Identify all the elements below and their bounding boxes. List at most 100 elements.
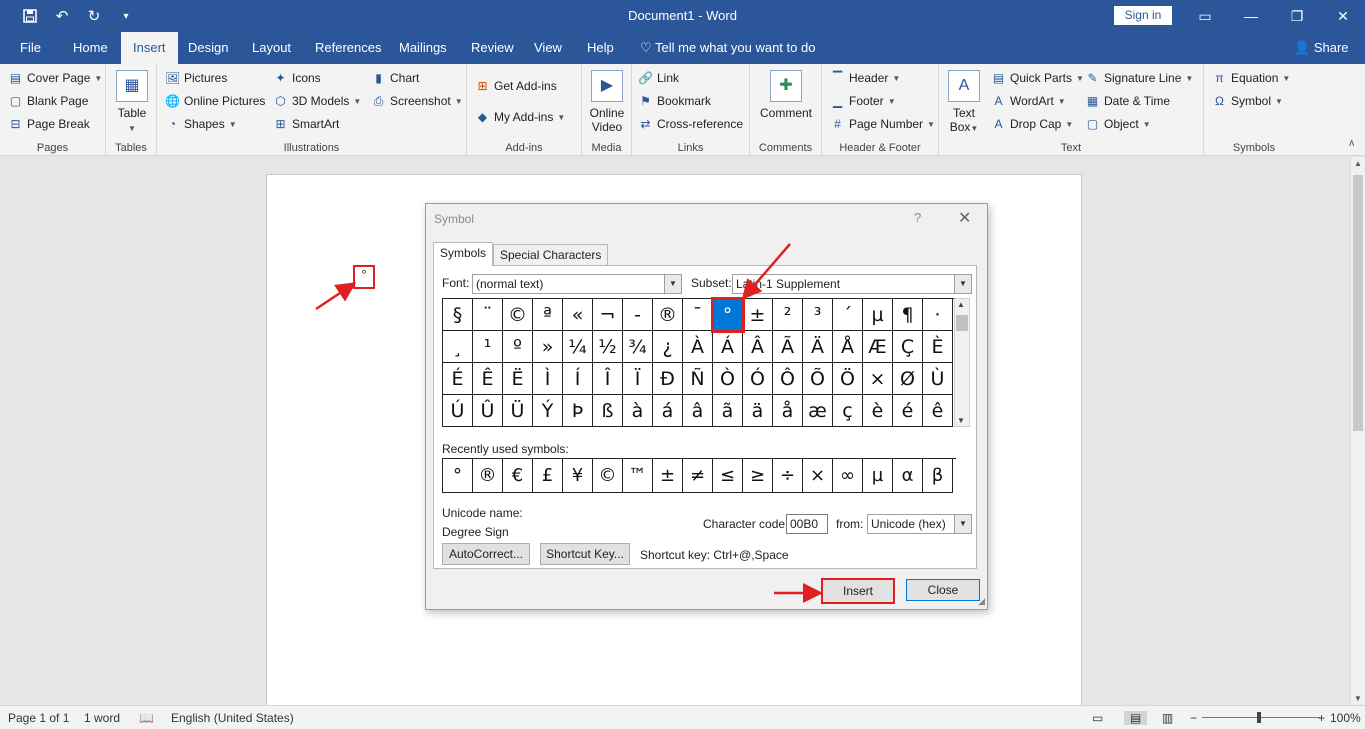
symbol-cell[interactable]: ã (713, 395, 743, 427)
cross-reference-button[interactable]: ⇄ Cross-reference (638, 114, 743, 134)
symbol-cell[interactable]: ¼ (563, 331, 593, 363)
symbol-cell[interactable]: ¹ (473, 331, 503, 363)
recent-symbol-cell[interactable]: × (803, 459, 833, 493)
recent-symbol-cell[interactable]: € (503, 459, 533, 493)
symbol-cell[interactable]: â (683, 395, 713, 427)
symbol-cell[interactable]: ¿ (653, 331, 683, 363)
scroll-up-icon[interactable]: ▲ (957, 300, 965, 309)
tab-home[interactable]: Home (61, 32, 120, 64)
blank-page-button[interactable]: ▢ Blank Page (8, 91, 89, 111)
undo-icon[interactable]: ↶ (48, 5, 76, 27)
tab-special-characters[interactable]: Special Characters (493, 244, 609, 266)
symbol-cell[interactable]: Á (713, 331, 743, 363)
symbol-cell[interactable]: Â (743, 331, 773, 363)
collapse-ribbon-icon[interactable]: ∧ (1348, 138, 1355, 149)
symbol-cell[interactable]: Î (593, 363, 623, 395)
symbol-cell[interactable]: Ì (533, 363, 563, 395)
symbol-cell[interactable]: ® (653, 299, 683, 331)
symbol-cell[interactable]: à (623, 395, 653, 427)
tab-file[interactable]: File (8, 32, 53, 64)
symbol-grid-scrollbar[interactable]: ▲ ▼ (954, 298, 970, 427)
recent-symbol-cell[interactable]: ∞ (833, 459, 863, 493)
symbol-cell[interactable]: ¶ (893, 299, 923, 331)
minimize-icon[interactable]: — (1228, 4, 1274, 28)
symbol-cell[interactable]: ç (833, 395, 863, 427)
tab-insert[interactable]: Insert (121, 32, 178, 64)
symbol-cell[interactable]: Ð (653, 363, 683, 395)
symbol-cell[interactable]: Ü (503, 395, 533, 427)
scroll-up-icon[interactable]: ▲ (1354, 159, 1362, 168)
symbol-cell[interactable]: È (923, 331, 953, 363)
symbol-cell[interactable]: É (443, 363, 473, 395)
autocorrect-button[interactable]: AutoCorrect... (442, 543, 530, 565)
character-code-input[interactable]: 00B0 (786, 514, 828, 534)
word-count[interactable]: 1 word (84, 711, 120, 725)
symbol-cell[interactable]: Ù (923, 363, 953, 395)
symbol-cell[interactable]: - (623, 299, 653, 331)
pictures-button[interactable]: 🖼 Pictures (165, 68, 227, 88)
close-window-icon[interactable]: ✕ (1320, 4, 1365, 28)
symbol-cell[interactable]: Û (473, 395, 503, 427)
recent-symbol-cell[interactable]: © (593, 459, 623, 493)
symbol-cell[interactable]: º (503, 331, 533, 363)
vertical-scrollbar[interactable]: ▲ ▼ (1350, 157, 1365, 705)
customize-qat-icon[interactable]: ▾ (112, 5, 140, 27)
symbol-cell[interactable]: Þ (563, 395, 593, 427)
recent-symbol-cell[interactable]: ≤ (713, 459, 743, 493)
symbol-cell[interactable]: Ç (893, 331, 923, 363)
symbol-cell[interactable]: Í (563, 363, 593, 395)
scrollbar-thumb[interactable] (956, 315, 968, 331)
tab-help[interactable]: Help (575, 32, 626, 64)
my-addins-button[interactable]: ◆ My Add-ins ▼ (475, 107, 565, 127)
recent-symbol-cell[interactable]: ¥ (563, 459, 593, 493)
symbol-cell[interactable]: ¯ (683, 299, 713, 331)
proofing-icon[interactable]: 📖 (139, 711, 154, 725)
recent-symbol-cell[interactable]: ° (443, 459, 473, 493)
tell-me-search[interactable]: ♡ Tell me what you want to do (640, 32, 815, 64)
symbol-cell[interactable]: µ (863, 299, 893, 331)
zoom-out-icon[interactable]: − (1190, 711, 1197, 725)
symbol-cell[interactable]: Å (833, 331, 863, 363)
tab-design[interactable]: Design (176, 32, 240, 64)
symbol-cell[interactable]: ¾ (623, 331, 653, 363)
recent-symbol-cell[interactable]: µ (863, 459, 893, 493)
symbol-cell[interactable]: × (863, 363, 893, 395)
recent-symbol-cell[interactable]: ™ (623, 459, 653, 493)
symbol-cell[interactable]: Ê (473, 363, 503, 395)
zoom-in-icon[interactable]: + (1318, 711, 1325, 725)
recent-symbol-cell[interactable]: ≠ (683, 459, 713, 493)
symbol-cell[interactable]: » (533, 331, 563, 363)
online-pictures-button[interactable]: 🌐 Online Pictures (165, 91, 265, 111)
symbol-cell[interactable]: ° (711, 297, 745, 333)
scrollbar-thumb[interactable] (1353, 175, 1363, 431)
shapes-button[interactable]: ◔ Shapes ▼ (165, 114, 237, 134)
quick-parts-button[interactable]: ▤ Quick Parts ▼ (991, 68, 1084, 88)
link-button[interactable]: 🔗 Link (638, 68, 679, 88)
shortcut-key-button[interactable]: Shortcut Key... (540, 543, 630, 565)
symbol-cell[interactable]: ¸ (443, 331, 473, 363)
font-select[interactable]: (normal text) ▼ (472, 274, 682, 294)
symbol-cell[interactable]: ½ (593, 331, 623, 363)
table-button[interactable]: ▦ Table ▼ (115, 70, 149, 136)
wordart-button[interactable]: A WordArt ▼ (991, 91, 1065, 111)
symbol-cell[interactable]: Æ (863, 331, 893, 363)
date-time-button[interactable]: ▦ Date & Time (1085, 91, 1170, 111)
footer-button[interactable]: ▁ Footer ▼ (830, 91, 896, 111)
symbol-cell[interactable]: Ú (443, 395, 473, 427)
tab-layout[interactable]: Layout (240, 32, 303, 64)
insert-button[interactable]: Insert (821, 578, 895, 604)
get-addins-button[interactable]: ⊞ Get Add-ins (475, 76, 556, 96)
symbol-cell[interactable]: ± (743, 299, 773, 331)
symbol-cell[interactable]: Ø (893, 363, 923, 395)
page-number-button[interactable]: # Page Number ▼ (830, 114, 935, 134)
share-button[interactable]: 👤 Share (1294, 32, 1349, 64)
symbol-cell[interactable]: Ô (773, 363, 803, 395)
symbol-cell[interactable]: Ë (503, 363, 533, 395)
scroll-down-icon[interactable]: ▼ (957, 416, 965, 425)
symbol-cell[interactable]: ê (923, 395, 953, 427)
tab-mailings[interactable]: Mailings (387, 32, 459, 64)
symbol-cell[interactable]: ´ (833, 299, 863, 331)
help-icon[interactable]: ? (914, 210, 921, 225)
cover-page-button[interactable]: ▤ Cover Page ▼ (8, 68, 102, 88)
save-icon[interactable] (16, 5, 44, 27)
